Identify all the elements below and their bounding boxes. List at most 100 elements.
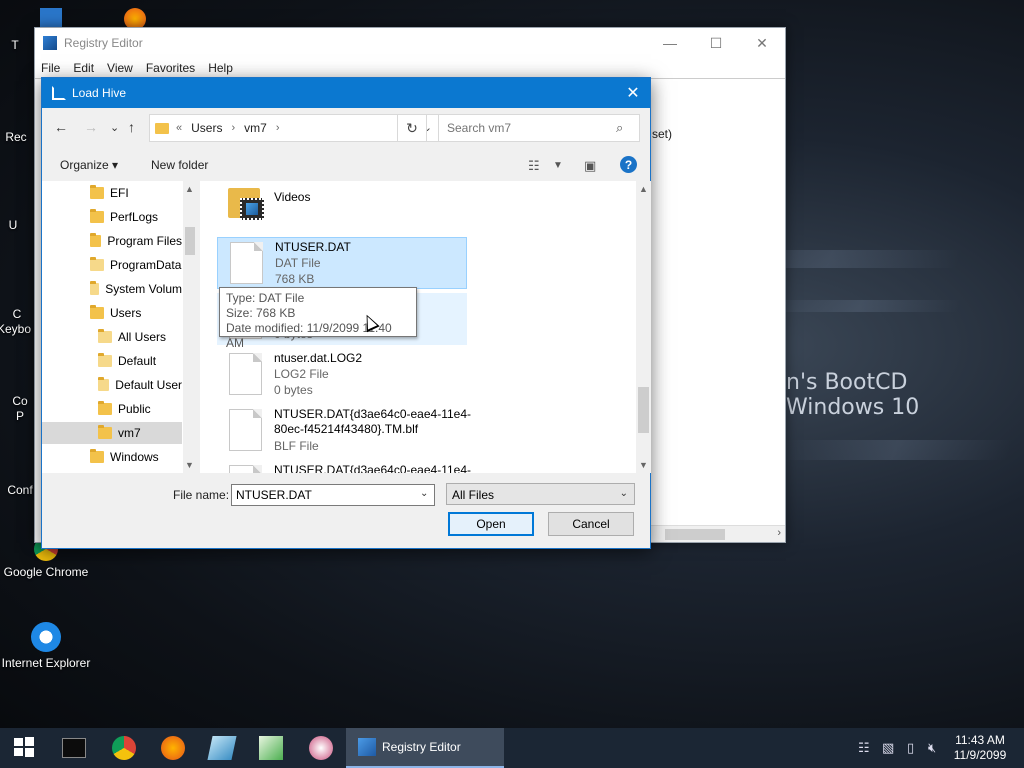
file-name-line2: 80ec-f45214f43480}.TM.blf	[274, 422, 419, 436]
file-item-ntuser-partial[interactable]: NTUSER.DAT{d3ae64c0-eae4-11e4-	[217, 461, 471, 473]
minimize-button[interactable]: —	[647, 28, 693, 58]
folder-icon	[90, 209, 104, 223]
search-input[interactable]	[438, 114, 640, 142]
desktop-icon-partial[interactable]: U	[0, 218, 38, 232]
start-button[interactable]	[13, 736, 37, 760]
address-overflow-icon[interactable]: «	[176, 122, 182, 134]
scroll-up-arrow-icon[interactable]: ▲	[639, 184, 648, 194]
tree-item-system-volume[interactable]: System Volum	[90, 278, 182, 300]
folder-icon	[98, 353, 112, 367]
new-folder-button[interactable]: New folder	[151, 158, 208, 172]
menu-favorites[interactable]: Favorites	[146, 58, 202, 78]
tooltip-type: Type: DAT File	[226, 291, 305, 305]
tree-item-vm7[interactable]: vm7	[42, 422, 182, 444]
scroll-up-arrow-icon[interactable]: ▲	[185, 184, 194, 194]
scrollbar-thumb[interactable]	[638, 387, 649, 433]
menu-view[interactable]: View	[107, 58, 140, 78]
file-size: 768 KB	[275, 272, 315, 286]
scroll-down-arrow-icon[interactable]: ▼	[639, 460, 648, 470]
file-name-line1: NTUSER.DAT{d3ae64c0-eae4-11e4-	[274, 407, 471, 421]
tree-item-windows[interactable]: Windows	[90, 446, 182, 468]
maximize-button[interactable]: ☐	[693, 28, 739, 58]
regedit-app-icon	[358, 738, 376, 756]
file-name-input[interactable]	[231, 484, 435, 506]
chart-app-icon[interactable]	[259, 736, 283, 760]
tree-item-programdata[interactable]: ProgramData	[90, 254, 182, 276]
breadcrumb-users[interactable]: Users	[191, 121, 222, 135]
app-icon[interactable]	[207, 736, 237, 760]
app-icon[interactable]	[309, 736, 333, 760]
close-button[interactable]: ✕	[739, 28, 785, 58]
file-item-ntuser-dat-log2[interactable]: ntuser.dat.LOG2 LOG2 File 0 bytes	[217, 349, 467, 401]
address-bar[interactable]: « Users › vm7 › ⌄	[149, 114, 439, 142]
regedit-app-icon	[43, 36, 57, 50]
breadcrumb-separator-icon[interactable]: ›	[231, 122, 235, 134]
file-list-scrollbar[interactable]: ▲ ▼	[636, 181, 651, 473]
tree-item-public[interactable]: Public	[98, 398, 182, 420]
dialog-close-button[interactable]: ✕	[616, 78, 650, 108]
tree-item-efi[interactable]: EFI	[90, 182, 182, 204]
network-icon[interactable]: ☷	[858, 740, 870, 756]
desktop-icon-label: Internet Explorer	[1, 656, 91, 670]
folder-icon	[98, 377, 110, 391]
refresh-icon: ↻	[406, 119, 418, 136]
command-bar: Organize ▾ New folder ☷ ▼ ▣ ?	[42, 154, 650, 178]
open-button[interactable]: Open	[448, 512, 534, 536]
tree-scrollbar[interactable]: ▲ ▼	[183, 181, 197, 473]
tree-item-program-files[interactable]: Program Files	[90, 230, 182, 252]
desktop-icon-internet-explorer[interactable]: Internet Explorer	[1, 622, 91, 670]
folder-icon	[90, 185, 104, 199]
cancel-button[interactable]: Cancel	[548, 512, 634, 536]
document-icon	[229, 465, 262, 473]
regedit-column-fragment: set)	[652, 127, 673, 141]
scrollbar-thumb[interactable]	[185, 227, 195, 255]
preview-pane-icon[interactable]: ▣	[584, 158, 596, 174]
taskbar-registry-editor[interactable]: Registry Editor	[346, 728, 504, 768]
search-icon[interactable]: ⌕	[616, 120, 623, 136]
forward-arrow-icon[interactable]: →	[84, 119, 98, 135]
menu-file[interactable]: File	[41, 58, 67, 78]
tree-item-all-users[interactable]: All Users	[98, 326, 182, 348]
breadcrumb-separator-icon[interactable]: ›	[276, 122, 280, 134]
file-name-label: File name:	[173, 488, 230, 502]
usb-icon[interactable]: ▯	[907, 740, 914, 756]
folder-icon	[155, 122, 169, 134]
tree-item-perflogs[interactable]: PerfLogs	[90, 206, 182, 228]
scrollbar-thumb[interactable]	[665, 529, 725, 540]
organize-button[interactable]: Organize ▾	[60, 158, 118, 172]
wallpaper-text: n's BootCD Windows 10	[786, 370, 920, 420]
taskbar-clock[interactable]: 11:43 AM 11/9/2099	[944, 733, 1016, 763]
windows-logo-icon	[14, 737, 34, 757]
help-icon[interactable]: ?	[620, 156, 637, 173]
tree-item-default[interactable]: Default	[98, 350, 182, 372]
file-name-dropdown-chevron-icon[interactable]: ⌄	[420, 488, 428, 499]
scroll-right-arrow-icon[interactable]: ›	[777, 527, 781, 539]
scroll-down-arrow-icon[interactable]: ▼	[185, 460, 194, 470]
change-view-icon[interactable]: ☷	[528, 158, 540, 174]
file-item-ntuser-dat[interactable]: NTUSER.DAT DAT File 768 KB	[217, 237, 467, 289]
tree-item-default-user[interactable]: Default User	[98, 374, 182, 396]
menu-edit[interactable]: Edit	[73, 58, 101, 78]
dialog-titlebar[interactable]: Load Hive	[42, 78, 650, 108]
regedit-menubar: File Edit View Favorites Help	[35, 58, 785, 78]
volume-muted-icon[interactable]: 🔇︎	[928, 740, 936, 756]
view-dropdown-chevron-icon[interactable]: ▼	[553, 160, 563, 171]
menu-help[interactable]: Help	[208, 58, 240, 78]
file-item-videos[interactable]: Videos	[217, 181, 467, 231]
refresh-button[interactable]: ↻	[397, 114, 427, 142]
up-arrow-icon[interactable]: ↑	[128, 119, 135, 135]
back-arrow-icon[interactable]: ←	[54, 119, 68, 135]
wallpaper-streak	[757, 300, 963, 312]
regedit-horizontal-scrollbar[interactable]: ›	[635, 525, 785, 542]
chrome-icon[interactable]	[112, 736, 136, 760]
document-icon	[229, 353, 262, 395]
file-type-select[interactable]: All Files ⌄	[446, 483, 635, 505]
folder-icon	[90, 233, 102, 247]
breadcrumb-vm7[interactable]: vm7	[244, 121, 267, 135]
command-prompt-icon[interactable]	[62, 738, 86, 758]
recent-locations-chevron-icon[interactable]: ⌄	[110, 121, 119, 134]
display-icon[interactable]: ▧	[882, 740, 894, 756]
firefox-icon[interactable]	[161, 736, 185, 760]
file-item-ntuser-tm-blf[interactable]: NTUSER.DAT{d3ae64c0-eae4-11e4- 80ec-f452…	[217, 405, 471, 457]
tree-item-users[interactable]: Users	[90, 302, 182, 324]
